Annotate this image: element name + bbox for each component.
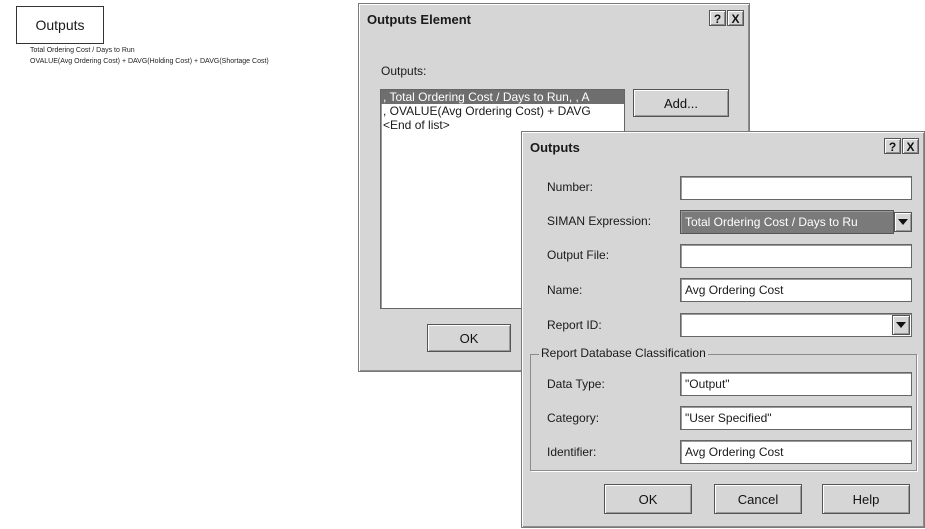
outputs-module-box[interactable]: Outputs	[16, 6, 104, 44]
help-button[interactable]: Help	[822, 484, 910, 514]
data-type-field[interactable]: "Output"	[680, 372, 912, 396]
outputs-dialog-titlebar: Outputs ? X	[525, 135, 921, 159]
output-file-label: Output File:	[547, 248, 610, 262]
report-id-field[interactable]	[680, 313, 912, 337]
name-label: Name:	[547, 283, 583, 297]
category-label: Category:	[547, 411, 600, 425]
cancel-button[interactable]: Cancel	[714, 484, 802, 514]
chevron-down-icon	[898, 219, 908, 225]
element-help-button[interactable]: ?	[709, 10, 726, 26]
element-ok-button[interactable]: OK	[427, 324, 511, 352]
report-id-dropdown-button[interactable]	[892, 315, 910, 335]
identifier-label: Identifier:	[547, 445, 597, 459]
ok-button[interactable]: OK	[604, 484, 692, 514]
element-dialog-titlebar: Outputs Element ? X	[362, 7, 746, 31]
list-item-2[interactable]: , OVALUE(Avg Ordering Cost) + DAVG	[381, 104, 624, 118]
output-file-field[interactable]	[680, 244, 912, 268]
module-title: Outputs	[35, 17, 85, 33]
question-icon: ?	[713, 12, 722, 26]
question-icon: ?	[888, 140, 897, 154]
list-item-end[interactable]: <End of list>	[381, 118, 624, 132]
outputs-dialog: Outputs ? X Number: SIMAN Expression: To…	[521, 131, 925, 528]
category-field[interactable]: "User Specified"	[680, 406, 912, 430]
close-icon: X	[731, 12, 740, 26]
number-field[interactable]	[680, 176, 912, 200]
list-item-1[interactable]: , Total Ordering Cost / Days to Run, , A	[381, 90, 624, 104]
group-title: Report Database Classification	[539, 346, 708, 360]
add-button[interactable]: Add...	[633, 89, 729, 117]
name-field[interactable]: Avg Ordering Cost	[680, 278, 912, 302]
outputs-list-label: Outputs:	[381, 64, 427, 78]
outputs-close-button[interactable]: X	[902, 138, 919, 154]
report-id-label: Report ID:	[547, 318, 602, 332]
identifier-field[interactable]: Avg Ordering Cost	[680, 440, 912, 464]
module-line-2: OVALUE(Avg Ordering Cost) + DAVG(Holding…	[30, 58, 269, 65]
siman-expression-label: SIMAN Expression:	[547, 214, 652, 228]
chevron-down-icon	[896, 322, 906, 328]
module-line-1: Total Ordering Cost / Days to Run	[30, 47, 135, 54]
element-close-button[interactable]: X	[727, 10, 744, 26]
number-label: Number:	[547, 180, 594, 194]
outputs-dialog-title: Outputs	[530, 139, 580, 155]
siman-expression-dropdown-button[interactable]	[894, 212, 912, 232]
outputs-help-title-button[interactable]: ?	[884, 138, 901, 154]
element-dialog-title: Outputs Element	[367, 11, 472, 27]
close-icon: X	[906, 140, 915, 154]
data-type-label: Data Type:	[547, 377, 605, 391]
siman-expression-field[interactable]: Total Ordering Cost / Days to Ru	[680, 210, 894, 234]
